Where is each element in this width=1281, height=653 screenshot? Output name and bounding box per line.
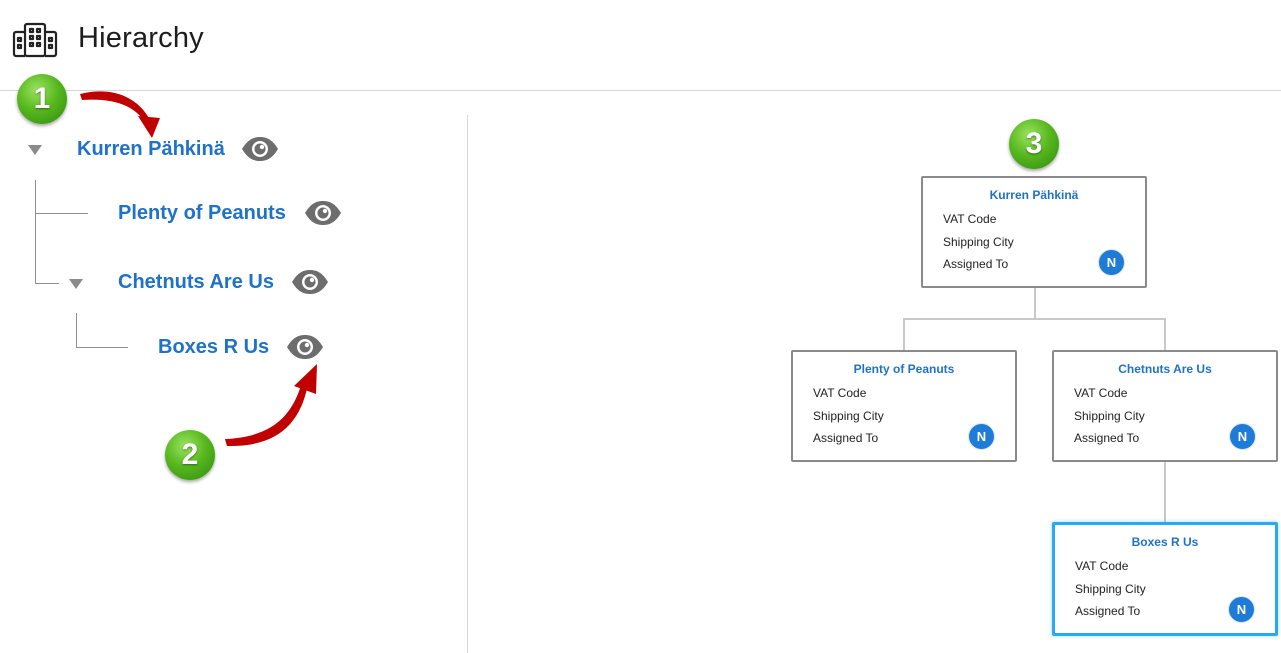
field-shipping-city: Shipping City	[813, 409, 884, 423]
tree-item-chetnuts-are-us[interactable]: Chetnuts Are Us	[118, 271, 274, 294]
org-connector	[1164, 461, 1166, 522]
field-shipping-city: Shipping City	[1074, 409, 1145, 423]
field-shipping-city: Shipping City	[943, 235, 1014, 249]
org-connector	[903, 318, 905, 350]
field-assigned-to: Assigned To	[1074, 431, 1140, 445]
collapse-caret-icon[interactable]	[69, 279, 83, 289]
page-title: Hierarchy	[78, 22, 204, 54]
tree-item-boxes-r-us[interactable]: Boxes R Us	[158, 336, 269, 359]
org-node-title: Chetnuts Are Us	[1118, 362, 1212, 376]
field-shipping-city: Shipping City	[1075, 582, 1146, 596]
org-node-root[interactable]: Kurren Pähkinä VAT Code Shipping City As…	[921, 176, 1147, 288]
arrow-icon	[80, 91, 160, 138]
field-vat-code: VAT Code	[813, 386, 867, 400]
view-eye-icon[interactable]	[241, 136, 279, 162]
page-header: Hierarchy	[0, 0, 1281, 91]
org-connector	[1034, 288, 1036, 319]
field-assigned-to: Assigned To	[943, 257, 1009, 271]
org-connector	[1164, 318, 1166, 350]
org-node-boxes-r-us[interactable]: Boxes R Us VAT Code Shipping City Assign…	[1052, 522, 1278, 636]
field-vat-code: VAT Code	[943, 212, 997, 226]
tree-connector	[35, 180, 36, 283]
avatar[interactable]: N	[1098, 249, 1125, 276]
view-eye-icon[interactable]	[304, 200, 342, 226]
tree-item-plenty-of-peanuts[interactable]: Plenty of Peanuts	[118, 202, 286, 225]
org-node-plenty-of-peanuts[interactable]: Plenty of Peanuts VAT Code Shipping City…	[791, 350, 1017, 462]
field-assigned-to: Assigned To	[1075, 604, 1141, 618]
tree-connector	[76, 347, 128, 348]
org-connector	[903, 318, 1166, 320]
tree-item-root[interactable]: Kurren Pähkinä	[77, 138, 225, 161]
tree-connector	[76, 313, 77, 347]
org-node-title: Kurren Pähkinä	[989, 188, 1079, 202]
view-eye-icon[interactable]	[286, 334, 324, 360]
callout-badge-1: 1	[17, 74, 67, 124]
callout-badge-2: 2	[165, 430, 215, 480]
view-eye-icon[interactable]	[291, 269, 329, 295]
callout-badge-3: 3	[1009, 119, 1059, 169]
tree-connector	[35, 283, 59, 284]
org-node-title: Plenty of Peanuts	[853, 362, 955, 376]
arrow-icon	[225, 364, 317, 447]
avatar[interactable]: N	[1228, 596, 1255, 623]
avatar[interactable]: N	[968, 423, 995, 450]
buildings-icon	[12, 22, 58, 58]
field-assigned-to: Assigned To	[813, 431, 879, 445]
panel-divider	[467, 115, 468, 653]
field-vat-code: VAT Code	[1074, 386, 1128, 400]
collapse-caret-icon[interactable]	[28, 145, 42, 155]
avatar[interactable]: N	[1229, 423, 1256, 450]
org-node-title: Boxes R Us	[1131, 535, 1199, 549]
field-vat-code: VAT Code	[1075, 559, 1129, 573]
org-node-chetnuts-are-us[interactable]: Chetnuts Are Us VAT Code Shipping City A…	[1052, 350, 1278, 462]
tree-connector	[35, 213, 88, 214]
